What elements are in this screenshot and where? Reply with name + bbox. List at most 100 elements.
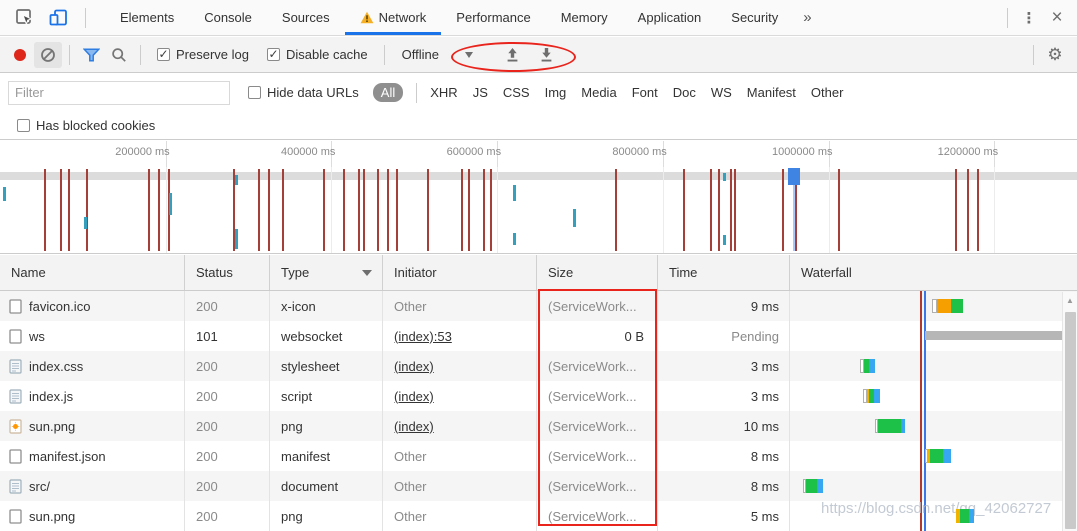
column-header-initiator[interactable]: Initiator — [383, 255, 537, 290]
import-har-icon[interactable] — [499, 42, 527, 68]
column-header-type[interactable]: Type — [270, 255, 383, 290]
network-overview-timeline[interactable]: 200000 ms400000 ms600000 ms800000 ms1000… — [0, 141, 1077, 254]
has-blocked-cookies-label: Has blocked cookies — [36, 118, 155, 133]
tab-console[interactable]: Console — [189, 0, 267, 35]
column-header-size[interactable]: Size — [537, 255, 658, 290]
initiator-cell[interactable]: (index) — [383, 351, 537, 381]
status-cell: 200 — [185, 381, 270, 411]
type-filter-js[interactable]: JS — [473, 85, 488, 100]
type-filter-css[interactable]: CSS — [503, 85, 530, 100]
request-row[interactable]: favicon.ico200x-iconOther(ServiceWork...… — [0, 291, 1077, 321]
has-blocked-cookies-option[interactable]: Has blocked cookies — [17, 118, 155, 133]
request-name-cell[interactable]: sun.png — [0, 411, 185, 441]
filter-input[interactable] — [8, 81, 230, 105]
request-name-cell[interactable]: manifest.json — [0, 441, 185, 471]
scrollbar-up-icon[interactable]: ▲ — [1063, 292, 1077, 305]
initiator-cell[interactable]: (index):53 — [383, 321, 537, 351]
record-button[interactable] — [14, 49, 26, 61]
request-name-cell[interactable]: index.js — [0, 381, 185, 411]
time-cell: 8 ms — [658, 471, 790, 501]
initiator-cell[interactable]: (index) — [383, 381, 537, 411]
hide-data-urls-option[interactable]: Hide data URLs — [248, 85, 359, 100]
request-name-cell[interactable]: index.css — [0, 351, 185, 381]
request-name-cell[interactable]: sun.png — [0, 501, 185, 531]
scrollbar-thumb[interactable] — [1065, 312, 1076, 529]
overview-selection-marker[interactable] — [788, 168, 800, 185]
request-row[interactable]: manifest.json200manifestOther(ServiceWor… — [0, 441, 1077, 471]
column-header-time[interactable]: Time — [658, 255, 790, 290]
initiator-cell: Other — [383, 291, 537, 321]
type-filter-font[interactable]: Font — [632, 85, 658, 100]
tab-memory[interactable]: Memory — [546, 0, 623, 35]
kebab-menu-icon[interactable]: ⋮ — [1015, 5, 1043, 31]
column-header-waterfall[interactable]: Waterfall — [790, 255, 1077, 290]
tab-network[interactable]: Network — [345, 0, 442, 35]
request-name-cell[interactable]: ws — [0, 321, 185, 351]
waterfall-cell[interactable] — [790, 381, 1077, 411]
type-filter-media[interactable]: Media — [581, 85, 616, 100]
tab-application[interactable]: Application — [623, 0, 717, 35]
waterfall-cell[interactable] — [790, 351, 1077, 381]
text-file-icon — [9, 359, 22, 374]
request-row[interactable]: index.js200script(index)(ServiceWork...3… — [0, 381, 1077, 411]
initiator-link[interactable]: (index) — [394, 359, 434, 374]
waterfall-bar-blue — [874, 389, 880, 403]
disable-cache-option[interactable]: Disable cache — [267, 47, 368, 62]
close-icon[interactable]: × — [1043, 5, 1071, 31]
tab-sources[interactable]: Sources — [267, 0, 345, 35]
request-name-cell[interactable]: favicon.ico — [0, 291, 185, 321]
overview-event-line — [68, 169, 70, 251]
initiator-link[interactable]: (index):53 — [394, 329, 452, 344]
ruler-tick-label: 200000 ms — [60, 146, 170, 158]
search-icon[interactable] — [105, 42, 133, 68]
inspect-element-icon[interactable] — [10, 5, 38, 31]
type-filter-doc[interactable]: Doc — [673, 85, 696, 100]
request-row[interactable]: ws101websocket(index):530 BPending — [0, 321, 1077, 351]
waterfall-scrollbar[interactable]: ▲ — [1062, 292, 1077, 531]
settings-gear-icon[interactable]: ⚙ — [1041, 42, 1069, 68]
waterfall-bar-green — [951, 299, 963, 313]
overview-event-line — [343, 169, 345, 251]
disable-cache-label: Disable cache — [286, 47, 368, 62]
initiator-cell[interactable]: (index) — [383, 411, 537, 441]
type-filter-manifest[interactable]: Manifest — [747, 85, 796, 100]
preserve-log-checkbox[interactable] — [157, 48, 170, 61]
disable-cache-checkbox[interactable] — [267, 48, 280, 61]
timeline-overview-body[interactable] — [0, 167, 1077, 253]
column-header-name[interactable]: Name — [0, 255, 185, 290]
overview-event-line — [258, 169, 260, 251]
request-row[interactable]: src/200documentOther(ServiceWork...8 ms — [0, 471, 1077, 501]
resource-type-filters: All XHR JS CSS Img Media Font Doc WS Manifest Othe… — [373, 83, 844, 103]
column-header-label: Name — [11, 265, 46, 280]
type-filter-other[interactable]: Other — [811, 85, 844, 100]
waterfall-cell[interactable] — [790, 471, 1077, 501]
type-filter-img[interactable]: Img — [545, 85, 567, 100]
tab-performance[interactable]: Performance — [441, 0, 545, 35]
throttling-select[interactable]: Offline — [392, 45, 481, 64]
initiator-link[interactable]: (index) — [394, 389, 434, 404]
more-tabs-chevron-icon[interactable]: » — [793, 9, 821, 26]
has-blocked-cookies-checkbox[interactable] — [17, 119, 30, 132]
clear-button[interactable] — [34, 42, 62, 68]
tab-security[interactable]: Security — [716, 0, 793, 35]
request-row[interactable]: index.css200stylesheet(index)(ServiceWor… — [0, 351, 1077, 381]
request-name: favicon.ico — [29, 299, 90, 314]
device-toolbar-icon[interactable] — [44, 5, 72, 31]
filter-toggle-icon[interactable] — [77, 42, 105, 68]
type-filter-xhr[interactable]: XHR — [430, 85, 457, 100]
overview-event-line — [387, 169, 389, 251]
request-row[interactable]: sun.png200png(index)(ServiceWork...10 ms — [0, 411, 1077, 441]
type-filter-all[interactable]: All — [373, 83, 403, 102]
initiator-link[interactable]: (index) — [394, 419, 434, 434]
type-filter-ws[interactable]: WS — [711, 85, 732, 100]
hide-data-urls-checkbox[interactable] — [248, 86, 261, 99]
waterfall-bar-green — [806, 479, 817, 493]
waterfall-cell[interactable] — [790, 411, 1077, 441]
export-har-icon[interactable] — [533, 42, 561, 68]
column-header-status[interactable]: Status — [185, 255, 270, 290]
tab-label: Performance — [456, 10, 530, 25]
divider — [140, 45, 141, 65]
preserve-log-option[interactable]: Preserve log — [157, 47, 249, 62]
tab-elements[interactable]: Elements — [105, 0, 189, 35]
request-name-cell[interactable]: src/ — [0, 471, 185, 501]
